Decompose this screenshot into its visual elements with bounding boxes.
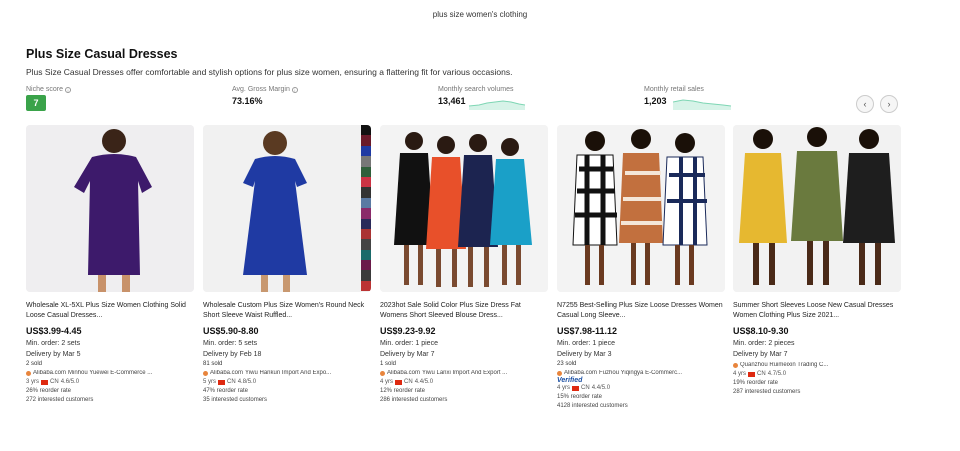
min-order: Min. order: 2 pieces [733,340,795,347]
supplier-name[interactable]: Fuzhou Yiqingya E-Commerc... [599,370,682,376]
delivery-date: Delivery by Feb 18 [203,351,262,358]
product-price: US$8.10-9.30 [733,326,789,336]
product-card[interactable]: Wholesale XL-5XL Plus Size Women Clothin… [26,125,194,403]
china-flag-icon [572,385,580,391]
supplier-years: 4 yrs [380,379,394,385]
china-flag-icon [748,371,756,377]
product-card[interactable]: N7255 Best-Selling Plus Size Loose Dress… [557,125,725,409]
reorder-rate: 15% reorder rate [557,394,603,400]
site-name: Alibaba.com [210,370,244,376]
supplier-name[interactable]: Yiwu Hankun Import And Expo... [245,370,331,376]
product-image[interactable] [380,125,548,292]
site-name: Alibaba.com [564,370,598,376]
site-name: Alibaba.com [387,370,421,376]
delivery-date: Delivery by Mar 7 [733,351,788,358]
china-flag-icon [41,379,49,385]
supplier-name[interactable]: Quanzhou Ruimeixin Trading C... [740,362,828,368]
supplier-years: 4 yrs [557,385,571,391]
supplier-country: CN [757,371,766,377]
product-image[interactable] [733,125,901,292]
gross-margin-value: 73.16% [232,96,263,106]
section-title: Plus Size Casual Dresses [26,47,178,61]
supplier-rating: 4.6/5.0 [60,379,80,385]
niche-score-metric: Niche score i 7 [26,86,71,111]
sold-count: 2 sold [26,361,43,367]
next-button[interactable]: › [880,95,898,113]
product-image[interactable] [26,125,194,292]
product-price: US$7.98-11.12 [557,326,618,336]
supplier-years: 4 yrs [733,371,747,377]
retail-sales-label: Monthly retail sales [644,86,704,93]
china-flag-icon [395,379,403,385]
alibaba-icon [203,370,208,376]
product-image[interactable] [203,125,371,292]
search-volume-sparkline [468,100,526,110]
niche-score-label: Niche score [26,86,63,93]
supplier-country: CN [50,379,59,385]
supplier-name[interactable]: Yiwu Lanxi Import And Export ... [422,370,507,376]
site-name: Alibaba.com [33,370,67,376]
search-query: plus size women's clothing [432,10,528,19]
min-order: Min. order: 1 piece [380,340,438,347]
interested-customers: 4128 interested customers [557,403,628,409]
supplier-rating: 4.4/5.0 [414,379,434,385]
verified-badge: Verified [557,377,583,384]
product-title[interactable]: Summer Short Sleeves Loose New Casual Dr… [733,301,901,321]
interested-customers: 287 interested customers [733,389,801,395]
sold-count: 23 sold [557,361,577,367]
supplier-name[interactable]: Minhou Yuewei E-Commerce ... [68,370,152,376]
supplier-years: 5 yrs [203,379,217,385]
gross-margin-metric: Avg. Gross Margin i 73.16% [232,86,298,106]
info-icon[interactable]: i [291,86,298,93]
prev-button[interactable]: ‹ [856,95,874,113]
china-flag-icon [218,379,226,385]
product-card[interactable]: Summer Short Sleeves Loose New Casual Dr… [733,125,901,395]
product-title[interactable]: 2023hot Sale Solid Color Plus Size Dress… [380,301,548,321]
search-volume-metric: Monthly search volumes 13,461 [438,86,526,110]
product-title[interactable]: Wholesale Custom Plus Size Women's Round… [203,301,371,321]
min-order: Min. order: 1 piece [557,340,615,347]
reorder-rate: 12% reorder rate [380,388,426,394]
product-card[interactable]: 2023hot Sale Solid Color Plus Size Dress… [380,125,548,403]
product-title[interactable]: Wholesale XL-5XL Plus Size Women Clothin… [26,301,194,321]
min-order: Min. order: 5 sets [203,340,258,347]
search-volume-label: Monthly search volumes [438,86,514,93]
niche-score-badge: 7 [26,95,46,111]
product-image[interactable] [557,125,725,292]
supplier-rating: 4.8/5.0 [237,379,257,385]
supplier-years: 3 yrs [26,379,40,385]
interested-customers: 272 interested customers [26,397,94,403]
alibaba-icon [380,370,385,376]
delivery-date: Delivery by Mar 7 [380,351,435,358]
product-price: US$5.90-8.80 [203,326,259,336]
section-description: Plus Size Casual Dresses offer comfortab… [26,67,513,77]
alibaba-icon [557,370,562,376]
color-swatches [361,125,371,292]
reorder-rate: 19% reorder rate [733,380,779,386]
gross-margin-label: Avg. Gross Margin [232,86,290,93]
sold-count: 1 sold [380,361,397,367]
product-card[interactable]: Wholesale Custom Plus Size Women's Round… [203,125,371,403]
product-price: US$9.23-9.92 [380,326,436,336]
min-order: Min. order: 2 sets [26,340,81,347]
interested-customers: 35 interested customers [203,397,268,403]
retail-sales-sparkline [673,99,732,110]
product-price: US$3.99-4.45 [26,326,82,336]
info-icon[interactable]: i [64,86,71,93]
alibaba-icon [733,362,738,368]
supplier-rating: 4.4/5.0 [591,385,611,391]
sold-count: 81 sold [203,361,223,367]
supplier-country: CN [227,379,236,385]
retail-sales-metric: Monthly retail sales 1,203 [644,86,732,110]
product-title[interactable]: N7255 Best-Selling Plus Size Loose Dress… [557,301,725,321]
supplier-rating: 4.7/5.0 [767,371,787,377]
delivery-date: Delivery by Mar 5 [26,351,81,358]
delivery-date: Delivery by Mar 3 [557,351,612,358]
supplier-country: CN [404,379,413,385]
interested-customers: 286 interested customers [380,397,448,403]
reorder-rate: 47% reorder rate [203,388,249,394]
reorder-rate: 26% reorder rate [26,388,72,394]
supplier-country: CN [581,385,590,391]
alibaba-icon [26,370,31,376]
